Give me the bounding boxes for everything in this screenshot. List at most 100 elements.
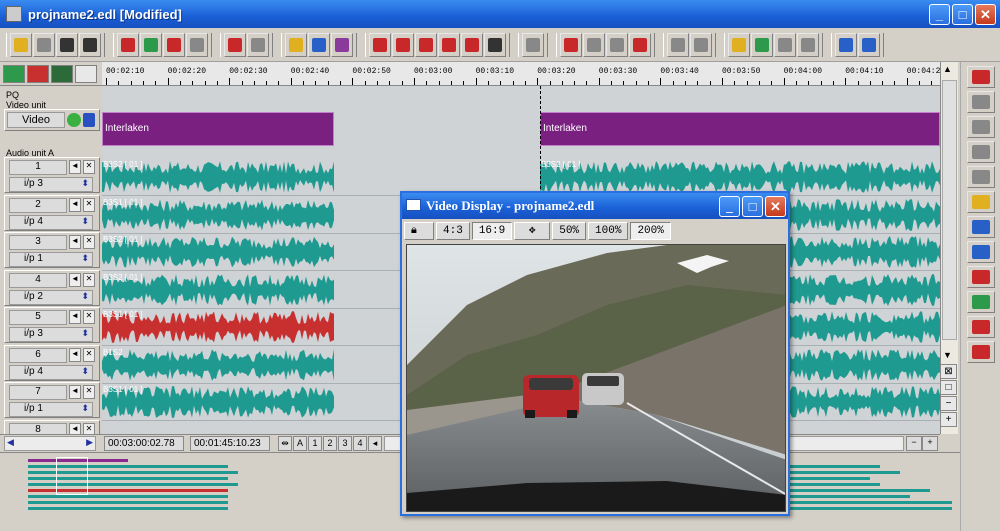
redo-button[interactable] bbox=[690, 32, 712, 57]
disabled-tool-1-button[interactable] bbox=[774, 32, 796, 57]
video-track-header[interactable]: Video bbox=[4, 109, 100, 131]
speaker-icon[interactable]: ◄ bbox=[69, 272, 81, 287]
mute-icon[interactable]: ✕ bbox=[83, 160, 95, 174]
track-input-select[interactable]: i/p 1 bbox=[9, 252, 93, 267]
speaker-icon[interactable]: ◄ bbox=[69, 160, 81, 174]
segment-3-button[interactable]: 3 bbox=[338, 436, 352, 451]
video-clip[interactable]: Interlaken bbox=[540, 112, 940, 146]
aspect-4-3-button[interactable]: 4:3 bbox=[436, 222, 470, 240]
pointer-tool-button[interactable] bbox=[966, 91, 995, 113]
fade-edit-button[interactable] bbox=[484, 32, 506, 57]
scroll-right-icon[interactable]: ▶ bbox=[86, 437, 93, 448]
audio-clip[interactable]: B3S1 [ 01 ] bbox=[102, 384, 334, 420]
zoom-in-icon[interactable]: + bbox=[922, 436, 938, 451]
audio-clip[interactable]: B3S1 [ 01 ] bbox=[102, 197, 334, 233]
check-button[interactable] bbox=[728, 32, 750, 57]
block-view-icon[interactable] bbox=[51, 65, 73, 83]
segment-1-button[interactable]: 1 bbox=[308, 436, 322, 451]
edit-tool-1-button[interactable] bbox=[117, 32, 139, 57]
dropdown-arrow-icon[interactable]: ⬍ bbox=[81, 291, 89, 302]
clapper-button[interactable] bbox=[560, 32, 582, 57]
zoom-out-icon[interactable]: − bbox=[906, 436, 922, 451]
audio-clip[interactable]: B3S2 [ 01 ] bbox=[102, 234, 334, 270]
mute-icon[interactable]: ✕ bbox=[83, 385, 95, 399]
video-frame[interactable] bbox=[406, 244, 786, 512]
speaker-icon[interactable]: ◄ bbox=[69, 347, 81, 362]
scroll-left-icon[interactable]: ◀ bbox=[7, 437, 14, 448]
comment-button[interactable] bbox=[186, 32, 208, 57]
mix-tool-button[interactable] bbox=[966, 166, 995, 188]
speaker-icon[interactable]: ◄ bbox=[69, 310, 81, 324]
scroll-left-icon[interactable]: ◂ bbox=[368, 436, 382, 451]
eraser-button[interactable] bbox=[606, 32, 628, 57]
flag-button[interactable] bbox=[629, 32, 651, 57]
zoom-fit-icon[interactable]: ⊠ bbox=[940, 364, 957, 379]
dropdown-arrow-icon[interactable]: ⬍ bbox=[81, 178, 89, 189]
segment-2-button[interactable]: 2 bbox=[323, 436, 337, 451]
scroll-thumb[interactable] bbox=[942, 80, 957, 340]
fade-shape-button[interactable] bbox=[461, 32, 483, 57]
export-button[interactable] bbox=[247, 32, 269, 57]
key-button[interactable] bbox=[583, 32, 605, 57]
audio-track-header[interactable]: 6 ◄ ✕ i/p 4 ⬍ bbox=[4, 344, 100, 381]
sync-icon[interactable]: ⇹ bbox=[278, 436, 292, 451]
edit-tool-3-button[interactable] bbox=[163, 32, 185, 57]
audio-clip[interactable]: B3S2 [ 01 ] bbox=[102, 272, 334, 308]
segment-4-button[interactable]: 4 bbox=[353, 436, 367, 451]
mute-icon[interactable]: ✕ bbox=[83, 235, 95, 249]
crossfade-button[interactable] bbox=[415, 32, 437, 57]
multi-tool-1-button[interactable] bbox=[966, 266, 995, 288]
audio-clip[interactable]: B3S2 [ 01 ] bbox=[102, 159, 334, 195]
dropdown-arrow-icon[interactable]: ⬍ bbox=[81, 328, 89, 339]
track-input-select[interactable]: i/p 3 bbox=[9, 177, 93, 192]
zoom-100-button[interactable]: 100% bbox=[588, 222, 629, 240]
pencil-tool-button[interactable] bbox=[966, 116, 995, 138]
mute-icon[interactable]: ✕ bbox=[83, 272, 95, 287]
zoom-box-icon[interactable]: □ bbox=[940, 380, 957, 395]
audio-clip[interactable]: B3S1 [ 01 ] bbox=[102, 309, 334, 345]
track-input-select[interactable]: i/p 4 bbox=[9, 364, 93, 380]
close-button[interactable]: ✕ bbox=[975, 4, 996, 25]
speaker-icon[interactable]: ◄ bbox=[69, 197, 81, 212]
fade-in-button[interactable] bbox=[369, 32, 391, 57]
fade-out-button[interactable] bbox=[392, 32, 414, 57]
device-button[interactable] bbox=[56, 32, 78, 57]
zoom-200-button[interactable]: 200% bbox=[630, 222, 671, 240]
audio-track-header[interactable]: 5 ◄ ✕ i/p 3 ⬍ bbox=[4, 307, 100, 343]
route-button[interactable] bbox=[751, 32, 773, 57]
import-button[interactable] bbox=[224, 32, 246, 57]
speaker-icon[interactable]: ◄ bbox=[69, 385, 81, 399]
crowd-button[interactable] bbox=[308, 32, 330, 57]
stack-tool-1-button[interactable] bbox=[966, 216, 995, 238]
undo-button[interactable] bbox=[667, 32, 689, 57]
audio-track-header[interactable]: 7 ◄ ✕ i/p 1 ⬍ bbox=[4, 382, 100, 418]
audio-track-header[interactable]: 1 ◄ ✕ i/p 3 ⬍ bbox=[4, 157, 100, 193]
waveform-view-icon[interactable] bbox=[3, 65, 25, 83]
level-tool-button[interactable] bbox=[966, 141, 995, 163]
audio-clip[interactable]: B3S2 [ 01 ] bbox=[540, 159, 940, 195]
dropdown-arrow-icon[interactable]: ⬍ bbox=[81, 403, 89, 414]
zoom-50-button[interactable]: 50% bbox=[552, 222, 587, 240]
tape-button[interactable] bbox=[79, 32, 101, 57]
status-dot-icon[interactable] bbox=[67, 113, 81, 127]
speaker-icon[interactable]: ◄ bbox=[69, 235, 81, 249]
audio-track-header[interactable]: 2 ◄ ✕ i/p 4 ⬍ bbox=[4, 194, 100, 231]
audio-track-header[interactable]: 3 ◄ ✕ i/p 1 ⬍ bbox=[4, 232, 100, 268]
time-ruler[interactable]: 00:02:10 00:02:20 00:02:30 00:02:40 00:02:50… bbox=[102, 62, 940, 86]
track-input-select[interactable]: i/p 2 bbox=[9, 289, 93, 305]
marker-button[interactable] bbox=[285, 32, 307, 57]
cross-tool-button[interactable] bbox=[966, 191, 995, 213]
music-note-button[interactable] bbox=[797, 32, 819, 57]
save-button[interactable] bbox=[33, 32, 55, 57]
multi-tool-4-button[interactable] bbox=[966, 341, 995, 363]
maximize-button[interactable]: □ bbox=[742, 196, 763, 217]
zoom-out-icon[interactable]: − bbox=[940, 396, 957, 411]
lock-1-button[interactable] bbox=[835, 32, 857, 57]
mute-icon[interactable]: ✕ bbox=[83, 310, 95, 324]
dropdown-arrow-icon[interactable]: ⬍ bbox=[81, 216, 89, 227]
segment-a-button[interactable]: A bbox=[293, 436, 307, 451]
multi-tool-3-button[interactable] bbox=[966, 316, 995, 338]
lock-icon[interactable] bbox=[83, 113, 95, 127]
track-input-select[interactable]: i/p 4 bbox=[9, 214, 93, 230]
dropdown-arrow-icon[interactable]: ⬍ bbox=[81, 366, 89, 377]
